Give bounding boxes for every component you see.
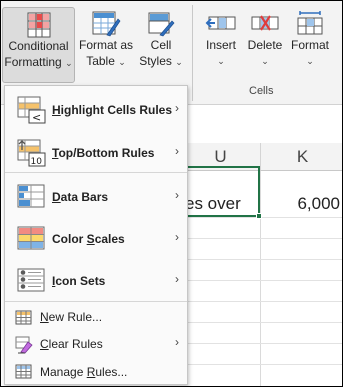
menu-item-label: Color Scales (52, 232, 125, 246)
format-button[interactable]: Format ⌄ (287, 7, 333, 83)
menu-item-label: Icon Sets (52, 274, 106, 288)
insert-label: Insert (205, 38, 236, 52)
data-bars-icon (17, 184, 45, 208)
format-cells-icon (297, 11, 323, 35)
column-header-k[interactable]: K (260, 143, 342, 171)
menu-item-label: Highlight Cells Rules (52, 103, 173, 117)
chevron-down-icon: ⌄ (118, 57, 126, 67)
grid-line (181, 238, 342, 239)
svg-text:10: 10 (31, 157, 43, 167)
cell-styles-button[interactable]: Cell Styles ⌄ (135, 7, 187, 83)
menu-item-top-bottom-rules[interactable]: 10 Top/Bottom Rules › (5, 134, 187, 172)
chevron-right-icon: › (175, 101, 179, 115)
color-scales-icon (17, 226, 45, 250)
menu-separator (5, 301, 187, 302)
menu-item-highlight-cells-rules[interactable]: < Highlight Cells Rules › (5, 91, 187, 129)
chevron-right-icon: › (175, 188, 179, 202)
conditional-formatting-label-2: Formatting ⌄ (4, 55, 73, 69)
cell-styles-label-1: Cell (150, 38, 172, 52)
cell-u-text[interactable]: es over (185, 194, 241, 214)
new-rule-icon (15, 310, 32, 325)
highlight-cells-rules-icon: < (17, 96, 46, 124)
grid-line (181, 259, 342, 260)
cells-group-label: Cells (249, 85, 274, 97)
icon-sets-icon (17, 268, 45, 292)
cell-styles-label-2: Styles ⌄ (139, 54, 183, 68)
top-bottom-rules-icon: 10 (17, 139, 46, 167)
manage-rules-icon (15, 364, 32, 379)
chevron-down-icon: ⌄ (175, 57, 183, 67)
chevron-right-icon: › (175, 144, 179, 158)
chevron-right-icon: › (175, 272, 179, 286)
conditional-formatting-label-1: Conditional (8, 39, 69, 53)
chevron-down-icon: ⌄ (261, 56, 269, 66)
menu-item-manage-rules[interactable]: Manage Rules... (5, 361, 187, 385)
chevron-right-icon: › (175, 230, 179, 244)
menu-item-label: New Rule... (40, 310, 103, 324)
chevron-down-icon: ⌄ (306, 56, 314, 66)
grid-line (181, 364, 342, 365)
menu-item-data-bars[interactable]: Data Bars › (5, 178, 187, 216)
format-as-table-label-1: Format as (78, 38, 133, 52)
menu-item-label: Data Bars (52, 190, 109, 204)
chevron-right-icon: › (175, 335, 179, 349)
conditional-formatting-button[interactable]: Conditional Formatting ⌄ (2, 7, 75, 83)
group-divider (192, 5, 193, 101)
grid-line (181, 301, 342, 302)
conditional-formatting-menu: < Highlight Cells Rules › 10 Top/Bottom … (4, 85, 188, 385)
format-as-table-label-2: Table ⌄ (86, 54, 126, 68)
insert-button[interactable]: Insert ⌄ (199, 7, 243, 83)
grid-line (181, 322, 342, 323)
menu-item-new-rule[interactable]: New Rule... (5, 306, 187, 330)
menu-item-icon-sets[interactable]: Icon Sets › (5, 262, 187, 300)
format-as-table-button[interactable]: Format as Table ⌄ (77, 7, 135, 83)
menu-item-clear-rules[interactable]: Clear Rules › (5, 333, 187, 357)
excel-window: Conditional Formatting ⌄ Format as Table… (0, 0, 343, 387)
menu-separator (5, 172, 187, 173)
menu-item-color-scales[interactable]: Color Scales › (5, 220, 187, 258)
conditional-formatting-icon (27, 12, 50, 38)
insert-cells-icon (205, 16, 236, 30)
chevron-down-icon: ⌄ (65, 58, 73, 68)
grid-line (181, 343, 342, 344)
format-label: Format (290, 38, 329, 52)
delete-button[interactable]: Delete ⌄ (243, 7, 287, 83)
delete-label: Delete (247, 38, 283, 52)
grid-line (181, 280, 342, 281)
menu-item-label: Top/Bottom Rules (52, 146, 155, 160)
format-as-table-icon (92, 11, 121, 37)
svg-text:<: < (32, 111, 41, 124)
menu-item-label: Manage Rules... (40, 365, 128, 379)
delete-cells-icon (251, 15, 279, 31)
clear-rules-icon (15, 336, 33, 354)
cell-k-value[interactable]: 6,000 (260, 194, 340, 214)
cell-styles-icon (148, 12, 175, 37)
menu-item-label: Clear Rules (40, 337, 103, 351)
chevron-down-icon: ⌄ (217, 56, 225, 66)
grid-line (181, 217, 342, 218)
